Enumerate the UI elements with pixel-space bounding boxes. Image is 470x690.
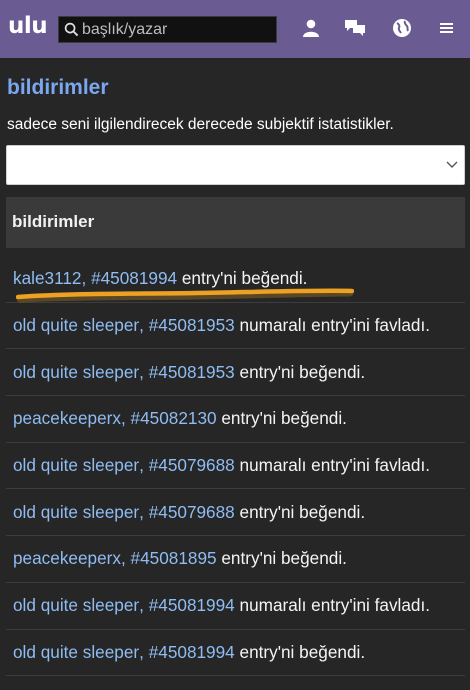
notification-user-link[interactable]: old quite sleeper [13, 502, 139, 523]
notification-user-link[interactable]: old quite sleeper [13, 642, 139, 663]
notification-action: entry'ni beğendi. [216, 548, 347, 569]
notification-entry-link[interactable]: #45081953 [149, 362, 235, 383]
notification-action: entry'ni beğendi. [234, 641, 366, 662]
notification-item: old quite sleeper, #45081994 numaralı en… [6, 583, 465, 630]
notification-action: entry'ni beğendi. [234, 501, 366, 522]
page-title: bildirimler [7, 76, 109, 99]
notification-entry-link[interactable]: #45079688 [149, 502, 235, 523]
notification-separator: , [120, 548, 131, 569]
notification-entry-link[interactable]: #45079688 [149, 455, 235, 476]
search-icon [64, 22, 79, 37]
notification-separator: , [139, 595, 149, 616]
notification-separator: , [139, 501, 149, 522]
menu-icon[interactable] [433, 14, 461, 42]
notification-item: peacekeeperx, #45081895 entry'ni beğendi… [6, 536, 465, 583]
notification-separator: , [139, 455, 149, 476]
notification-entry-link[interactable]: #45081994 [149, 595, 235, 616]
messages-icon[interactable] [341, 14, 369, 42]
notification-item: old quite sleeper, #45079688 entry'ni be… [6, 489, 465, 537]
section-header: bildirimler [6, 197, 465, 248]
notification-action: numaralı entry'ini favladı. [234, 595, 431, 616]
notification-item: peacekeeperx, #45082130 entry'ni beğendi… [6, 396, 465, 443]
notification-separator: , [139, 361, 149, 382]
notification-action: numaralı entry'ini favladı. [234, 315, 431, 336]
notification-entry-link[interactable]: #45081994 [149, 642, 235, 663]
search-box[interactable] [58, 16, 277, 43]
notification-user-link[interactable]: peacekeeperx [13, 408, 121, 429]
notification-separator: , [139, 641, 149, 662]
notification-action: numaralı entry'ini favladı. [234, 455, 431, 476]
notification-user-link[interactable]: old quite sleeper [13, 315, 139, 336]
globe-icon[interactable] [388, 14, 416, 42]
notification-user-link[interactable]: old quite sleeper [13, 362, 139, 383]
notification-item: old quite sleeper, #45079688 numaralı en… [6, 443, 465, 490]
notification-item: old quite sleeper, #45081953 entry'ni be… [6, 349, 465, 397]
user-icon[interactable] [297, 14, 325, 42]
notification-user-link[interactable]: peacekeeperx [13, 548, 121, 569]
filter-select[interactable] [6, 145, 465, 185]
chevron-down-icon [446, 161, 458, 168]
site-logo[interactable]: ulu [8, 13, 48, 39]
top-bar: ulu [0, 0, 470, 58]
notification-list: kale3112, #45081994 entry'ni beğendi. old… [6, 256, 465, 677]
section-title: bildirimler [12, 212, 95, 231]
notification-user-link[interactable]: old quite sleeper [13, 595, 139, 616]
notification-entry-link[interactable]: #45082130 [131, 408, 217, 429]
notification-action: entry'ni beğendi. [216, 408, 347, 429]
highlight-underline [16, 288, 354, 303]
notification-entry-link[interactable]: #45081895 [131, 548, 217, 569]
notification-user-link[interactable]: old quite sleeper [13, 455, 139, 476]
search-input[interactable] [82, 20, 272, 39]
notification-separator: , [120, 408, 131, 429]
notification-separator: , [139, 315, 149, 336]
notification-item: old quite sleeper, #45081994 entry'ni be… [6, 630, 465, 677]
notification-item: old quite sleeper, #45081953 numaralı en… [6, 303, 465, 350]
notification-action: entry'ni beğendi. [234, 361, 366, 382]
page-subtitle: sadece seni ilgilendirecek derecede subj… [7, 116, 394, 133]
notification-entry-link[interactable]: #45081953 [149, 315, 235, 336]
